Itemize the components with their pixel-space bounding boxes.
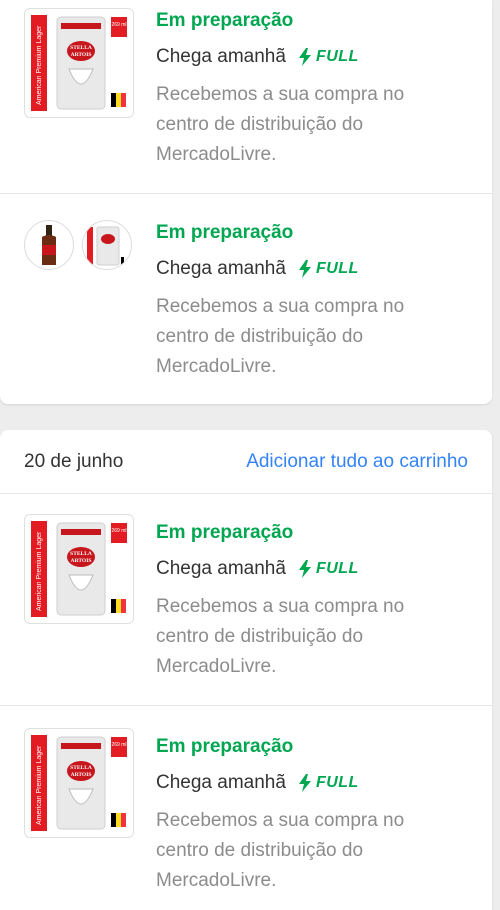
group-date: 20 de junho bbox=[24, 450, 124, 472]
product-image[interactable]: American Premium Lager STELLA ARTOIS 269… bbox=[24, 8, 134, 118]
arrival-text: Chega amanhã bbox=[156, 558, 286, 579]
full-badge: FULL bbox=[298, 560, 359, 578]
order-description: Recebemos a sua compra no centro de dist… bbox=[156, 296, 405, 377]
order-status: Em preparação bbox=[156, 522, 294, 543]
full-badge: FULL bbox=[298, 48, 359, 66]
product-image-can[interactable] bbox=[82, 220, 132, 270]
order-group-card: American Premium Lager STELLA ARTOIS 269… bbox=[0, 0, 492, 404]
order-item[interactable]: American Premium Lager STELLA ARTOIS 269… bbox=[0, 0, 492, 194]
order-item[interactable]: American Premium Lager STELLA ARTOIS 269… bbox=[0, 494, 492, 706]
brand-line-1: STELLA bbox=[70, 45, 92, 51]
order-item[interactable]: American Premium Lager STELLA ARTOIS 269… bbox=[0, 706, 492, 910]
order-status: Em preparação bbox=[156, 10, 294, 31]
product-vertical-label: American Premium Lager bbox=[36, 25, 43, 105]
lightning-icon bbox=[298, 48, 311, 66]
product-image[interactable]: American Premium Lager STELLA ARTOIS 269… bbox=[24, 514, 134, 624]
order-group-card: 20 de junho Adicionar tudo ao carrinho A… bbox=[0, 430, 492, 910]
arrival-text: Chega amanhã bbox=[156, 258, 286, 279]
brand-line-1: STELLA bbox=[70, 765, 92, 771]
lightning-icon bbox=[298, 260, 311, 278]
product-image-bottle[interactable] bbox=[24, 220, 74, 270]
brand-line-2: ARTOIS bbox=[71, 772, 92, 778]
brand-line-1: STELLA bbox=[70, 551, 92, 557]
brand-line-2: ARTOIS bbox=[71, 52, 92, 58]
order-description: Recebemos a sua compra no centro de dist… bbox=[156, 596, 405, 677]
order-status: Em preparação bbox=[156, 736, 294, 757]
order-description: Recebemos a sua compra no centro de dist… bbox=[156, 84, 405, 165]
order-item[interactable]: Em preparação Chega amanhã FULL Recebemo… bbox=[0, 194, 492, 404]
volume-label: 269 ml bbox=[111, 528, 126, 534]
order-description: Recebemos a sua compra no centro de dist… bbox=[156, 810, 405, 891]
lightning-icon bbox=[298, 774, 311, 792]
brand-line-2: ARTOIS bbox=[71, 558, 92, 564]
add-all-to-cart-link[interactable]: Adicionar tudo ao carrinho bbox=[246, 451, 468, 473]
full-badge: FULL bbox=[298, 260, 359, 278]
order-status: Em preparação bbox=[156, 222, 294, 243]
product-vertical-label: American Premium Lager bbox=[36, 745, 43, 825]
volume-label: 269 ml bbox=[111, 742, 126, 748]
product-vertical-label: American Premium Lager bbox=[36, 531, 43, 611]
arrival-text: Chega amanhã bbox=[156, 46, 286, 67]
lightning-icon bbox=[298, 560, 311, 578]
volume-label: 269 ml bbox=[111, 22, 126, 28]
full-badge: FULL bbox=[298, 774, 359, 792]
arrival-text: Chega amanhã bbox=[156, 772, 286, 793]
group-header: 20 de junho Adicionar tudo ao carrinho bbox=[0, 430, 492, 494]
product-image[interactable]: American Premium Lager STELLA ARTOIS 269… bbox=[24, 728, 134, 838]
